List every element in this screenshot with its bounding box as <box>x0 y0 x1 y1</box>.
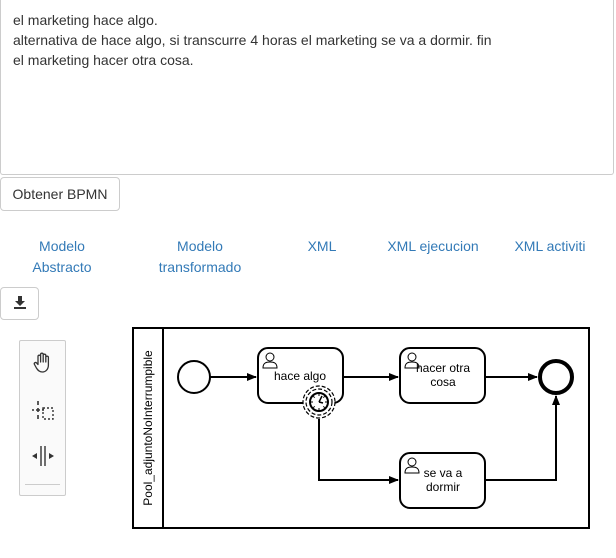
boundary-timer-event[interactable] <box>302 385 336 419</box>
task-label: se va a <box>424 466 463 480</box>
clock-icon <box>309 392 329 412</box>
end-event[interactable] <box>538 359 574 395</box>
task-label: cosa <box>430 375 456 389</box>
bpmn-canvas[interactable]: Pool_adjuntoNoInterrumpible hace algo ha… <box>0 0 616 558</box>
task-label: hace algo <box>274 369 326 383</box>
task-se-va-a-dormir[interactable]: se va a dormir <box>399 452 486 509</box>
task-label: dormir <box>426 480 460 494</box>
task-hacer-otra-cosa[interactable]: hacer otra cosa <box>399 347 486 404</box>
pool[interactable]: Pool_adjuntoNoInterrumpible <box>132 327 590 529</box>
start-event[interactable] <box>177 360 211 394</box>
pool-label: Pool_adjuntoNoInterrumpible <box>141 350 155 506</box>
task-label: hacer otra <box>416 361 470 375</box>
